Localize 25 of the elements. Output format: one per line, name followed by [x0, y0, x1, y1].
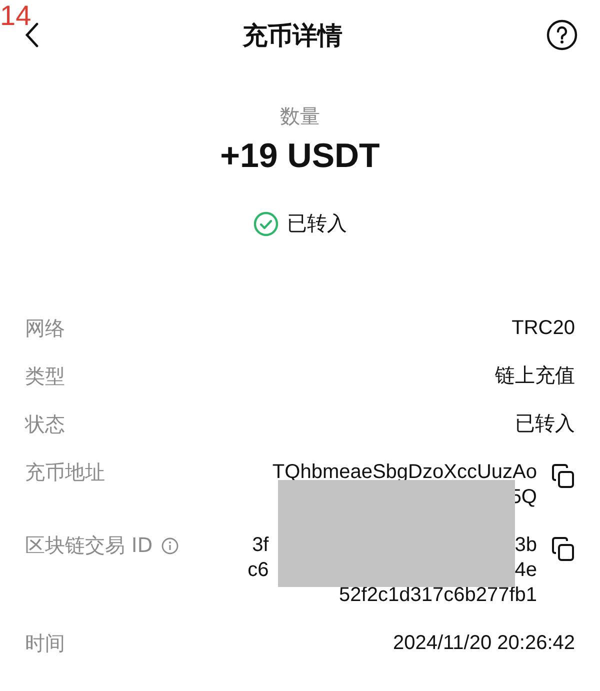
page-number: 14 [0, 2, 32, 30]
page-title: 充币详情 [242, 20, 342, 52]
copy-icon[interactable] [551, 463, 575, 489]
detail-value: 已转入 [515, 412, 575, 437]
detail-value: 52f2c1d317c6b277fb1 [339, 583, 537, 608]
detail-label: 状态 [25, 412, 65, 437]
detail-value: c6 [248, 558, 269, 583]
help-icon[interactable] [546, 19, 578, 51]
detail-value: 链上充值 [495, 364, 575, 389]
info-icon[interactable] [160, 536, 179, 554]
status-text: 已转入 [287, 210, 347, 237]
detail-label: 充币地址 [25, 460, 105, 485]
detail-value: TQhbmeaeSbgDzoXccUuzAo [272, 460, 537, 485]
amount-label: 数量 [280, 103, 320, 130]
detail-label: 网络 [25, 316, 65, 341]
detail-value: TRC20 [512, 316, 575, 341]
detail-label: 区块链交易 ID [25, 533, 153, 558]
detail-label: 类型 [25, 364, 65, 389]
detail-value: 3b [514, 533, 537, 558]
detail-value: 3f [252, 533, 269, 558]
detail-value: 4e [514, 558, 537, 583]
detail-label: 时间 [25, 631, 65, 656]
copy-icon[interactable] [551, 536, 575, 562]
detail-value: 2024/11/20 20:26:42 [392, 631, 575, 656]
amount-value: +19 USDT [220, 136, 380, 177]
